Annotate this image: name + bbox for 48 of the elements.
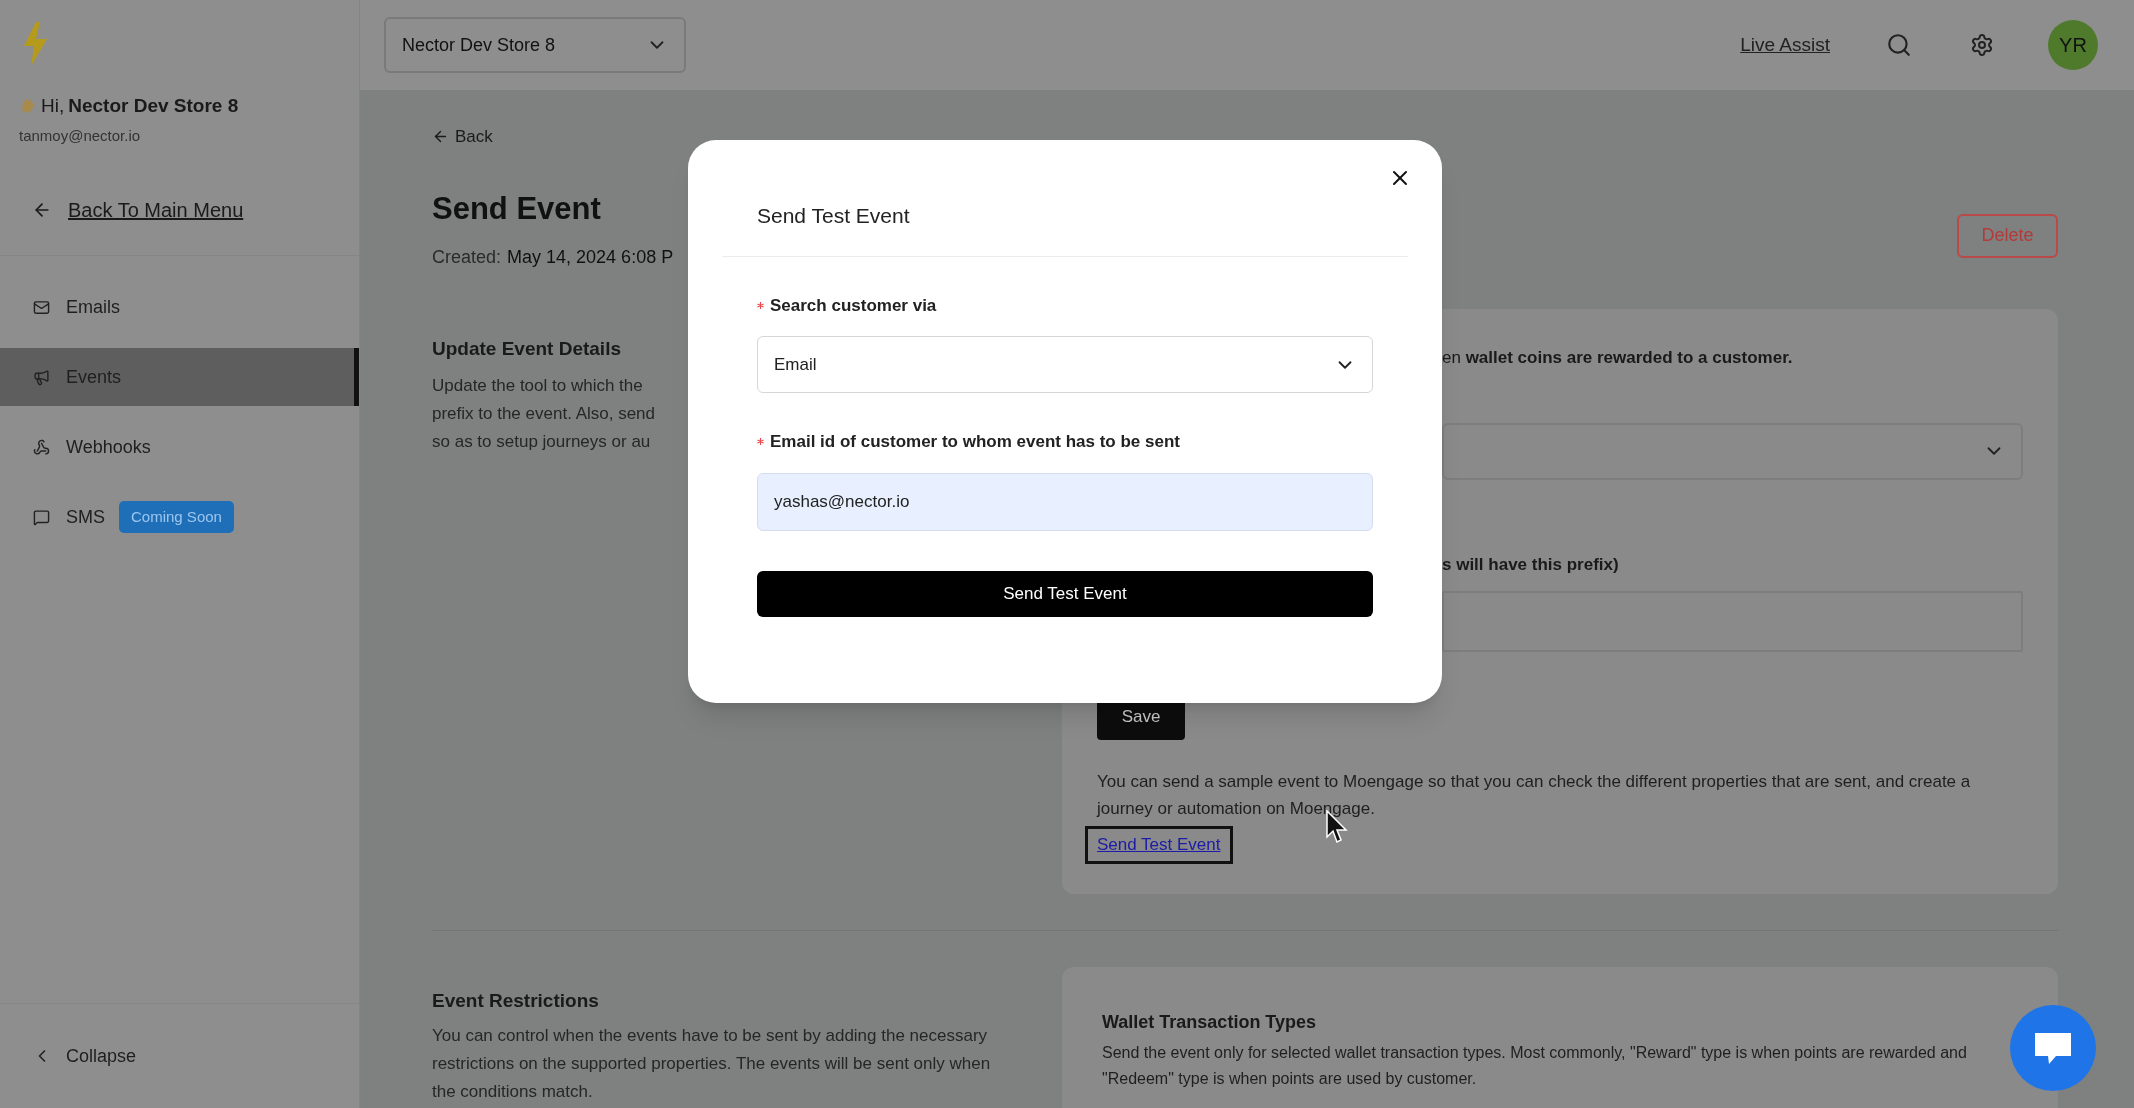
sidebar-item[interactable]: Emails [0,278,359,336]
collapse-button[interactable]: Collapse [66,1042,137,1070]
created-label: Created: [432,246,502,269]
megaphone-icon [33,368,50,386]
store-name: Nector Dev Store 8 [68,94,239,118]
sidebar-item[interactable]: Events [0,348,359,406]
chat-icon [33,508,50,526]
webhook-icon [33,438,50,456]
waving-hand-icon [19,97,37,116]
mail-icon [33,298,50,316]
sidebar-item[interactable]: Webhooks [0,418,359,476]
section-description-line: Update the tool to which the [432,374,643,397]
search-icon[interactable] [1886,32,1912,58]
card-description: Send the event only for selected wallet transaction types. Most commonly, "Reward" type is when points are rewarded and "Redeem" type is when points are used by customer. [1102,1043,1968,1089]
field-label: Email id of customer to whom event has to be sent [770,431,1180,453]
store-select[interactable]: Nector Dev Store 8 [384,17,686,73]
settings-icon[interactable] [1970,33,1994,57]
chat-bubble-icon [2032,1030,2074,1066]
send-test-event-link[interactable]: Send Test Event [1085,826,1233,864]
created-date: May 14, 2024 6:08 P [507,246,674,269]
sample-event-note: You can send a sample event to Moengage so that you can check the different properties that are sent, and create a journey or automation on Moengage. [1097,771,1972,820]
dialog-title: Send Test Event [757,204,910,227]
page-title: Send Event [432,189,602,228]
sidebar-item[interactable]: SMS Coming Soon [0,488,359,546]
card-description-text: en wallet coins are rewarded to a customer. [1442,347,1794,369]
prefix-input-field[interactable] [1442,591,2023,652]
back-to-main-menu-link[interactable]: Back To Main Menu [68,195,244,225]
sidebar-item-label: Events [66,365,122,389]
section-description-line: prefix to the event. Also, send [432,402,656,425]
sidebar-item-label: Emails [66,295,120,319]
customer-via-select[interactable]: Email [757,336,1373,393]
email-input-field[interactable]: yashas@nector.io [757,472,1373,531]
sidebar-item-label: SMS [66,505,105,529]
live-assist-link[interactable]: Live Assist [1740,30,1830,60]
field-label: Search customer via [770,294,937,317]
back-link[interactable]: Back [455,124,493,150]
user-avatar[interactable]: YR [2048,20,2098,70]
section-heading: Event Restrictions [432,989,600,1013]
lightning-bolt-logo [22,22,48,66]
card-heading: Wallet Transaction Types [1102,1011,1318,1034]
sidebar-item-label: Webhooks [66,435,151,459]
send-test-event-button[interactable]: Send Test Event [757,570,1373,617]
user-email: tanmoy@nector.io [18,125,142,146]
greeting-text: Hi, [41,94,65,118]
coming-soon-badge: Coming Soon [119,500,234,534]
section-description: You can control when the events have to be sent by adding the necessary restrictions on the supported properties. The events will be sent only when the conditions match. [432,1024,992,1103]
field-label: s will have this prefix) [1442,553,1620,576]
section-description-line: so as to setup journeys or au [432,430,651,453]
